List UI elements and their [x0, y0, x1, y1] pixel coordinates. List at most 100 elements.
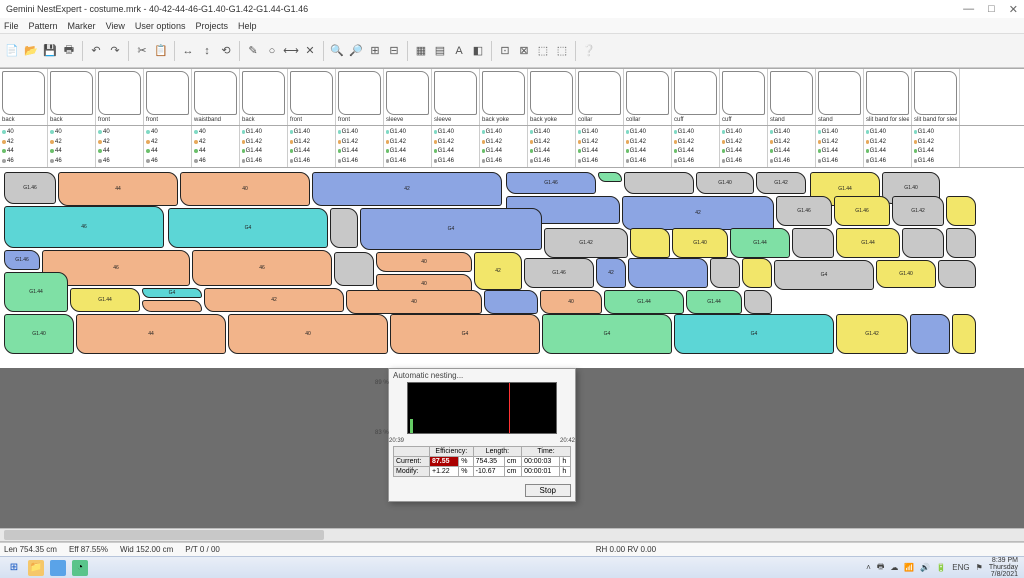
marker-piece[interactable]: 40 [540, 290, 602, 314]
piece-cell[interactable]: front [288, 69, 336, 125]
size-item[interactable]: G1.42 [770, 137, 790, 147]
size-item[interactable]: 44 [50, 147, 70, 157]
marker-piece[interactable] [946, 228, 976, 258]
size-item[interactable]: G1.42 [866, 137, 886, 147]
size-item[interactable]: 40 [98, 127, 118, 137]
piece-cell[interactable]: stand [768, 69, 816, 125]
marker-piece[interactable]: 40 [346, 290, 482, 314]
piece-cell[interactable]: back yoke [528, 69, 576, 125]
size-item[interactable]: G1.46 [674, 156, 694, 166]
piece-cell[interactable]: back [0, 69, 48, 125]
toolbar-button[interactable]: 🔍 [329, 43, 345, 59]
marker-piece[interactable]: 42 [596, 258, 626, 288]
size-cell[interactable]: G1.40G1.42G1.44G1.46 [720, 126, 768, 167]
size-cell[interactable]: G1.40G1.42G1.44G1.46 [384, 126, 432, 167]
toolbar-button[interactable]: 📂 [23, 43, 39, 59]
size-cell[interactable]: 40424446 [0, 126, 48, 167]
toolbar-button[interactable]: ▤ [432, 43, 448, 59]
size-item[interactable]: G1.40 [722, 127, 742, 137]
piece-cell[interactable]: collar [576, 69, 624, 125]
toolbar-button[interactable]: ↕ [199, 43, 215, 59]
size-item[interactable]: G1.40 [530, 127, 550, 137]
size-item[interactable]: G1.42 [290, 137, 310, 147]
size-item[interactable]: 46 [50, 156, 70, 166]
toolbar-button[interactable]: ⬚ [554, 43, 570, 59]
size-cell[interactable]: G1.40G1.42G1.44G1.46 [432, 126, 480, 167]
marker-piece[interactable] [484, 290, 538, 314]
size-cell[interactable]: G1.40G1.42G1.44G1.46 [576, 126, 624, 167]
size-item[interactable]: G1.46 [914, 156, 934, 166]
marker-piece[interactable] [710, 258, 740, 288]
size-item[interactable]: G1.44 [818, 147, 838, 157]
size-item[interactable]: G1.40 [914, 127, 934, 137]
toolbar-button[interactable]: ✂ [134, 43, 150, 59]
marker-piece[interactable]: 44 [58, 172, 178, 206]
size-item[interactable]: G1.40 [242, 127, 262, 137]
marker-piece[interactable] [910, 314, 950, 354]
size-item[interactable]: G1.44 [914, 147, 934, 157]
size-item[interactable]: G1.44 [626, 147, 646, 157]
size-item[interactable]: G1.46 [530, 156, 550, 166]
size-item[interactable]: G1.42 [434, 137, 454, 147]
marker-piece[interactable]: 44 [76, 314, 226, 354]
size-item[interactable]: G1.40 [434, 127, 454, 137]
piece-cell[interactable]: cuff [672, 69, 720, 125]
size-item[interactable]: G1.40 [626, 127, 646, 137]
tray-clock[interactable]: 8:39 PM Thursday 7/8/2021 [989, 557, 1018, 578]
size-item[interactable]: G1.42 [818, 137, 838, 147]
size-cell[interactable]: G1.40G1.42G1.44G1.46 [624, 126, 672, 167]
toolbar-button[interactable]: 🔎 [348, 43, 364, 59]
size-item[interactable]: G1.44 [722, 147, 742, 157]
size-item[interactable]: 40 [146, 127, 166, 137]
size-cell[interactable]: G1.40G1.42G1.44G1.46 [528, 126, 576, 167]
toolbar-button[interactable]: ↶ [88, 43, 104, 59]
size-item[interactable]: G1.46 [434, 156, 454, 166]
tray-flag-icon[interactable]: ⚑ [976, 563, 983, 572]
size-item[interactable]: G1.44 [386, 147, 406, 157]
marker-piece[interactable]: G1.42 [756, 172, 806, 194]
marker-piece[interactable]: G1.40 [876, 260, 936, 288]
toolbar-button[interactable]: ◧ [470, 43, 486, 59]
marker-piece[interactable]: 40 [228, 314, 388, 354]
marker-piece[interactable] [598, 172, 622, 182]
marker-piece[interactable]: G1.44 [730, 228, 790, 258]
size-cell[interactable]: 40424446 [192, 126, 240, 167]
marker-piece[interactable] [938, 260, 976, 288]
stop-button[interactable]: Stop [525, 484, 571, 497]
marker-piece[interactable] [334, 252, 374, 286]
size-cell[interactable]: 40424446 [96, 126, 144, 167]
size-item[interactable]: 40 [194, 127, 214, 137]
size-item[interactable]: G1.40 [290, 127, 310, 137]
size-item[interactable]: G1.42 [722, 137, 742, 147]
scrollbar-thumb[interactable] [4, 530, 324, 540]
piece-cell[interactable]: sleeve [432, 69, 480, 125]
toolbar-button[interactable]: ⟲ [218, 43, 234, 59]
size-item[interactable]: G1.40 [674, 127, 694, 137]
size-item[interactable]: G1.40 [770, 127, 790, 137]
size-cell[interactable]: G1.40G1.42G1.44G1.46 [240, 126, 288, 167]
size-item[interactable]: G1.44 [482, 147, 502, 157]
toolbar-button[interactable]: 📋 [153, 43, 169, 59]
piece-cell[interactable]: back yoke [480, 69, 528, 125]
marker-piece[interactable]: G1.44 [604, 290, 684, 314]
size-item[interactable]: 44 [2, 147, 22, 157]
tray-battery-icon[interactable]: 🔋 [936, 563, 946, 572]
size-item[interactable]: G1.44 [290, 147, 310, 157]
size-item[interactable]: G1.46 [386, 156, 406, 166]
toolbar-button[interactable]: ⊟ [386, 43, 402, 59]
minimize-button[interactable]: — [963, 3, 974, 16]
toolbar-button[interactable]: ↔ [180, 43, 196, 59]
toolbar-button[interactable]: ⊞ [367, 43, 383, 59]
piece-cell[interactable]: waistband [192, 69, 240, 125]
size-cell[interactable]: G1.40G1.42G1.44G1.46 [288, 126, 336, 167]
marker-piece[interactable] [624, 172, 694, 194]
size-item[interactable]: G1.42 [914, 137, 934, 147]
size-item[interactable]: 42 [50, 137, 70, 147]
piece-cell[interactable]: front [96, 69, 144, 125]
marker-piece[interactable]: G1.44 [70, 288, 140, 312]
marker-piece[interactable]: G4 [168, 208, 328, 248]
size-item[interactable]: 44 [146, 147, 166, 157]
size-item[interactable]: G1.46 [290, 156, 310, 166]
size-item[interactable]: 46 [98, 156, 118, 166]
size-item[interactable]: G1.44 [530, 147, 550, 157]
